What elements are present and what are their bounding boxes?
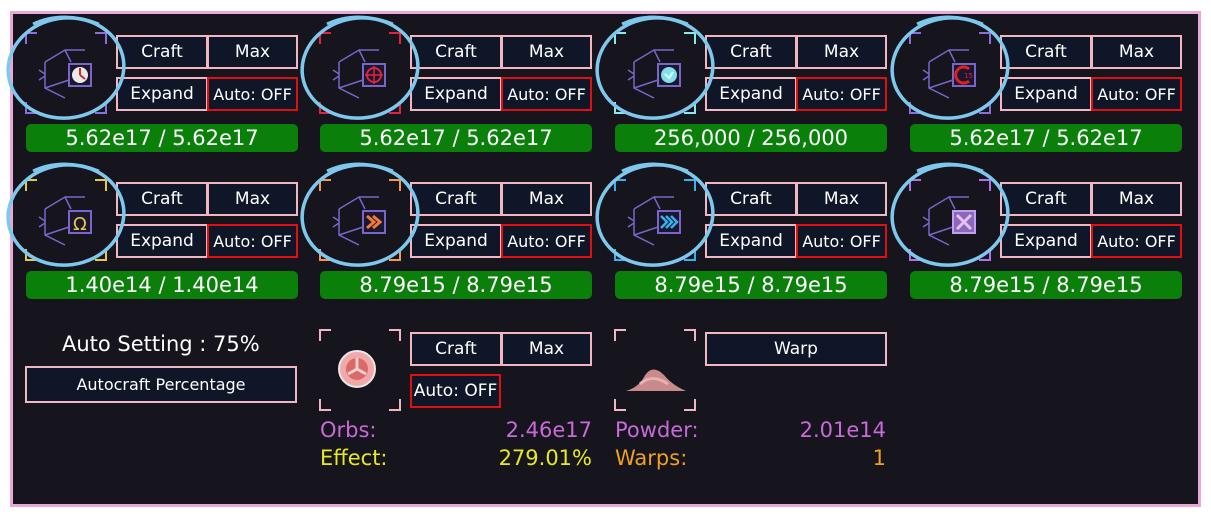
orbs-label: Orbs: <box>320 418 377 442</box>
slot-2-expand-button[interactable]: Expand <box>410 77 502 111</box>
slot-5-progress-bar: 1.40e14 / 1.40e14 <box>26 271 298 299</box>
slot-7-auto-toggle[interactable]: Auto: OFF <box>796 224 887 258</box>
slot-8-expand-button[interactable]: Expand <box>1000 224 1092 258</box>
slot-3-max-button[interactable]: Max <box>796 35 887 69</box>
slot-7-expand-button[interactable]: Expand <box>705 224 797 258</box>
orbs-value: 2.46e17 <box>505 418 592 442</box>
slot-2-progress-bar: 5.62e17 / 5.62e17 <box>320 124 592 152</box>
clock-icon <box>38 48 92 99</box>
slot-7-craft-button[interactable]: Craft <box>705 182 797 216</box>
slot-3-auto-toggle[interactable]: Auto: OFF <box>796 77 887 111</box>
crosshair-icon <box>332 48 386 99</box>
orb-auto-toggle[interactable]: Auto: OFF <box>410 374 501 408</box>
slot-5-craft-button[interactable]: Craft <box>116 182 208 216</box>
powder-pile-icon <box>626 369 686 391</box>
autocraft-percentage-button[interactable]: Autocraft Percentage <box>25 366 297 403</box>
slot-5-icon-frame: Ω <box>25 179 107 261</box>
effect-label: Effect: <box>320 446 388 470</box>
cyan-orb-icon <box>627 48 681 99</box>
slot-2-max-button[interactable]: Max <box>501 35 592 69</box>
slot-1-auto-toggle[interactable]: Auto: OFF <box>207 77 298 111</box>
slot-1-max-button[interactable]: Max <box>207 35 298 69</box>
slot-1-progress-bar: 5.62e17 / 5.62e17 <box>26 124 298 152</box>
slot-1-expand-button[interactable]: Expand <box>116 77 208 111</box>
orb-craft-button[interactable]: Craft <box>410 332 502 366</box>
slot-1-craft-button[interactable]: Craft <box>116 35 208 69</box>
slot-7-max-button[interactable]: Max <box>796 182 887 216</box>
slot-6-expand-button[interactable]: Expand <box>410 224 502 258</box>
slot-4-icon-frame: 15 <box>909 32 991 114</box>
slot-6-auto-toggle[interactable]: Auto: OFF <box>501 224 592 258</box>
slot-2-craft-button[interactable]: Craft <box>410 35 502 69</box>
slot-3-expand-button[interactable]: Expand <box>705 77 797 111</box>
slot-8-craft-button[interactable]: Craft <box>1000 182 1092 216</box>
x-cross-icon <box>922 195 976 246</box>
c15-icon: 15 <box>922 48 976 99</box>
effect-value: 279.01% <box>498 446 592 470</box>
omega-icon: Ω <box>38 195 92 246</box>
powder-label: Powder: <box>615 418 699 442</box>
slot-8-max-button[interactable]: Max <box>1091 182 1182 216</box>
slot-3-progress-bar: 256,000 / 256,000 <box>615 124 887 152</box>
warps-label: Warps: <box>615 446 688 470</box>
slot-1-icon-frame <box>25 32 107 114</box>
slot-4-expand-button[interactable]: Expand <box>1000 77 1092 111</box>
slot-3-icon-frame <box>614 32 696 114</box>
svg-text:15: 15 <box>964 72 973 80</box>
slot-8-progress-bar: 8.79e15 / 8.79e15 <box>910 271 1182 299</box>
blue-chevron-icon <box>627 195 681 246</box>
slot-8-icon-frame <box>909 179 991 261</box>
orb-max-button[interactable]: Max <box>501 332 592 366</box>
slot-6-max-button[interactable]: Max <box>501 182 592 216</box>
slot-4-progress-bar: 5.62e17 / 5.62e17 <box>910 124 1182 152</box>
slot-4-craft-button[interactable]: Craft <box>1000 35 1092 69</box>
orb-frame <box>319 329 401 411</box>
slot-6-progress-bar: 8.79e15 / 8.79e15 <box>320 271 592 299</box>
warp-button[interactable]: Warp <box>705 332 887 366</box>
svg-text:Ω: Ω <box>73 214 87 235</box>
warps-value: 1 <box>872 446 886 470</box>
auto-setting-label: Auto Setting : 75% <box>62 332 260 356</box>
slot-2-icon-frame <box>319 32 401 114</box>
slot-5-expand-button[interactable]: Expand <box>116 224 208 258</box>
slot-6-craft-button[interactable]: Craft <box>410 182 502 216</box>
slot-4-max-button[interactable]: Max <box>1091 35 1182 69</box>
slot-4-auto-toggle[interactable]: Auto: OFF <box>1091 77 1182 111</box>
powder-frame <box>614 329 696 411</box>
slot-8-auto-toggle[interactable]: Auto: OFF <box>1091 224 1182 258</box>
slot-6-icon-frame <box>319 179 401 261</box>
slot-3-craft-button[interactable]: Craft <box>705 35 797 69</box>
powder-value: 2.01e14 <box>799 418 886 442</box>
orange-chevron-icon <box>332 195 386 246</box>
orb-icon <box>338 350 376 388</box>
slot-7-icon-frame <box>614 179 696 261</box>
slot-5-max-button[interactable]: Max <box>207 182 298 216</box>
slot-7-progress-bar: 8.79e15 / 8.79e15 <box>615 271 887 299</box>
slot-2-auto-toggle[interactable]: Auto: OFF <box>501 77 592 111</box>
slot-5-auto-toggle[interactable]: Auto: OFF <box>207 224 298 258</box>
